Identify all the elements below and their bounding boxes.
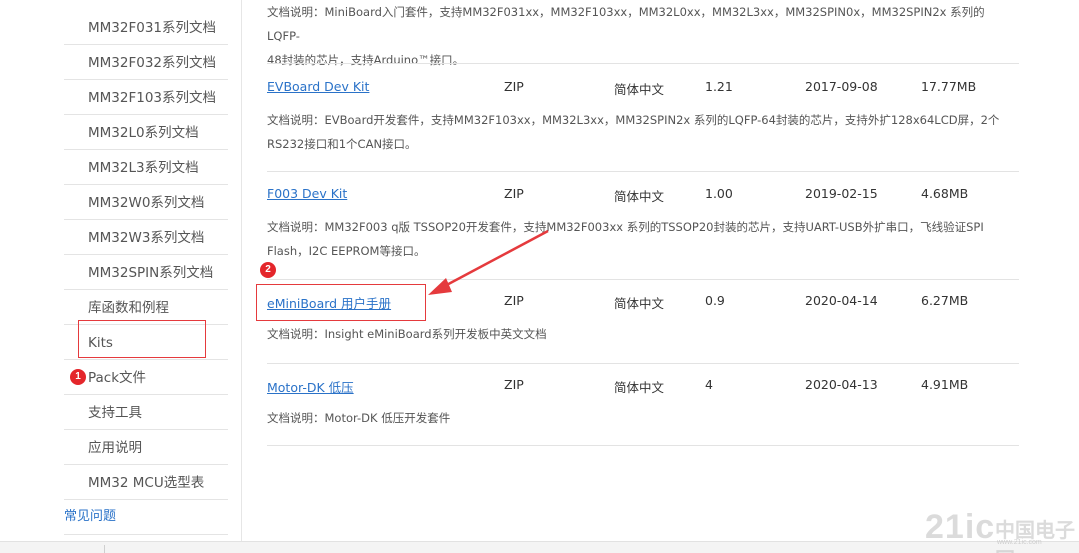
- file-description-line: 文档说明：MiniBoard入门套件，支持MM32F031xx，MM32F103…: [267, 5, 985, 43]
- sidebar-list: MM32F031系列文档 MM32F032系列文档 MM32F103系列文档 M…: [64, 10, 228, 500]
- file-description: 文档说明：Motor-DK 低压开发套件: [267, 406, 1007, 430]
- file-language: 简体中文: [614, 189, 665, 204]
- row-divider: [267, 171, 1019, 172]
- file-size: 17.77MB: [921, 79, 977, 94]
- file-description-line: Flash，I2C EEPROM等接口。: [267, 244, 426, 258]
- file-language: 简体中文: [614, 380, 665, 395]
- sidebar-item-pack[interactable]: Pack文件: [64, 360, 228, 395]
- file-date: 2019-02-15: [805, 186, 878, 201]
- file-size: 4.68MB: [921, 186, 969, 201]
- sidebar-faq-link[interactable]: 常见问题: [64, 503, 116, 531]
- file-version: 0.9: [705, 293, 725, 308]
- file-date: 2017-09-08: [805, 79, 878, 94]
- file-date: 2020-04-13: [805, 377, 878, 392]
- sidebar-item-mm32f103[interactable]: MM32F103系列文档: [64, 80, 228, 115]
- file-description: 文档说明：MM32F003 q版 TSSOP20开发套件，支持MM32F003x…: [267, 215, 1007, 263]
- step-badge-2: 2: [260, 262, 276, 278]
- file-size: 6.27MB: [921, 293, 969, 308]
- file-language: 简体中文: [614, 82, 665, 97]
- watermark-cn: 中国电子网: [995, 518, 1075, 553]
- file-description: 文档说明：EVBoard开发套件，支持MM32F103xx，MM32L3xx，M…: [267, 108, 1007, 156]
- step-badge-1: 1: [70, 369, 86, 385]
- watermark-sub: www.21ic.com: [997, 539, 1042, 546]
- sidebar-item-mm32f031[interactable]: MM32F031系列文档: [64, 10, 228, 45]
- file-title-link[interactable]: Motor-DK 低压: [267, 377, 354, 396]
- bottom-scroll-bar: [0, 541, 1079, 553]
- watermark-logo: 21ic 中国电子网 www.21ic.com: [925, 508, 1075, 553]
- sidebar-item-mm32w0[interactable]: MM32W0系列文档: [64, 185, 228, 220]
- file-type: ZIP: [504, 293, 524, 308]
- file-type: ZIP: [504, 79, 524, 94]
- file-title-link[interactable]: eMiniBoard 用户手册: [267, 293, 391, 312]
- sidebar-item-mm32l3[interactable]: MM32L3系列文档: [64, 150, 228, 185]
- arrow-head: [428, 278, 452, 295]
- file-title-link[interactable]: F003 Dev Kit: [267, 186, 347, 201]
- row-divider: [267, 279, 1019, 280]
- row-divider: [267, 63, 1019, 64]
- file-description-line: 文档说明：EVBoard开发套件，支持MM32F103xx，MM32L3xx，M…: [267, 113, 1000, 127]
- sidebar-item-tools[interactable]: 支持工具: [64, 395, 228, 430]
- file-version: 1.21: [705, 79, 733, 94]
- file-description-line: 文档说明：MM32F003 q版 TSSOP20开发套件，支持MM32F003x…: [267, 220, 984, 234]
- file-description-line: 48封装的芯片，支持Arduino™接口。: [267, 53, 465, 67]
- file-description-line: 文档说明：Insight eMiniBoard系列开发板中英文文档: [267, 327, 547, 341]
- file-description-line: 文档说明：Motor-DK 低压开发套件: [267, 411, 451, 425]
- file-language: 简体中文: [614, 296, 665, 311]
- sidebar-item-mm32spin[interactable]: MM32SPIN系列文档: [64, 255, 228, 290]
- file-version: 1.00: [705, 186, 733, 201]
- file-description-line: RS232接口和1个CAN接口。: [267, 137, 417, 151]
- sidebar-item-mm32f032[interactable]: MM32F032系列文档: [64, 45, 228, 80]
- watermark-text: 21ic: [925, 508, 996, 546]
- kits-highlight-box: [78, 320, 206, 358]
- sidebar: MM32F031系列文档 MM32F032系列文档 MM32F103系列文档 M…: [0, 0, 242, 541]
- file-type: ZIP: [504, 377, 524, 392]
- sidebar-item-app-notes[interactable]: 应用说明: [64, 430, 228, 465]
- bottom-bar-divider: [104, 545, 105, 553]
- sidebar-divider: [64, 534, 228, 535]
- row-divider: [267, 363, 1019, 364]
- file-description: 文档说明：MiniBoard入门套件，支持MM32F031xx，MM32F103…: [267, 0, 1007, 72]
- sidebar-item-selection-table[interactable]: MM32 MCU选型表: [64, 465, 228, 500]
- file-title-link[interactable]: EVBoard Dev Kit: [267, 79, 369, 94]
- file-description: 文档说明：Insight eMiniBoard系列开发板中英文文档: [267, 322, 1007, 346]
- sidebar-item-mm32w3[interactable]: MM32W3系列文档: [64, 220, 228, 255]
- file-size: 4.91MB: [921, 377, 969, 392]
- file-date: 2020-04-14: [805, 293, 878, 308]
- file-type: ZIP: [504, 186, 524, 201]
- row-divider: [267, 445, 1019, 446]
- file-version: 4: [705, 377, 713, 392]
- sidebar-item-mm32l0[interactable]: MM32L0系列文档: [64, 115, 228, 150]
